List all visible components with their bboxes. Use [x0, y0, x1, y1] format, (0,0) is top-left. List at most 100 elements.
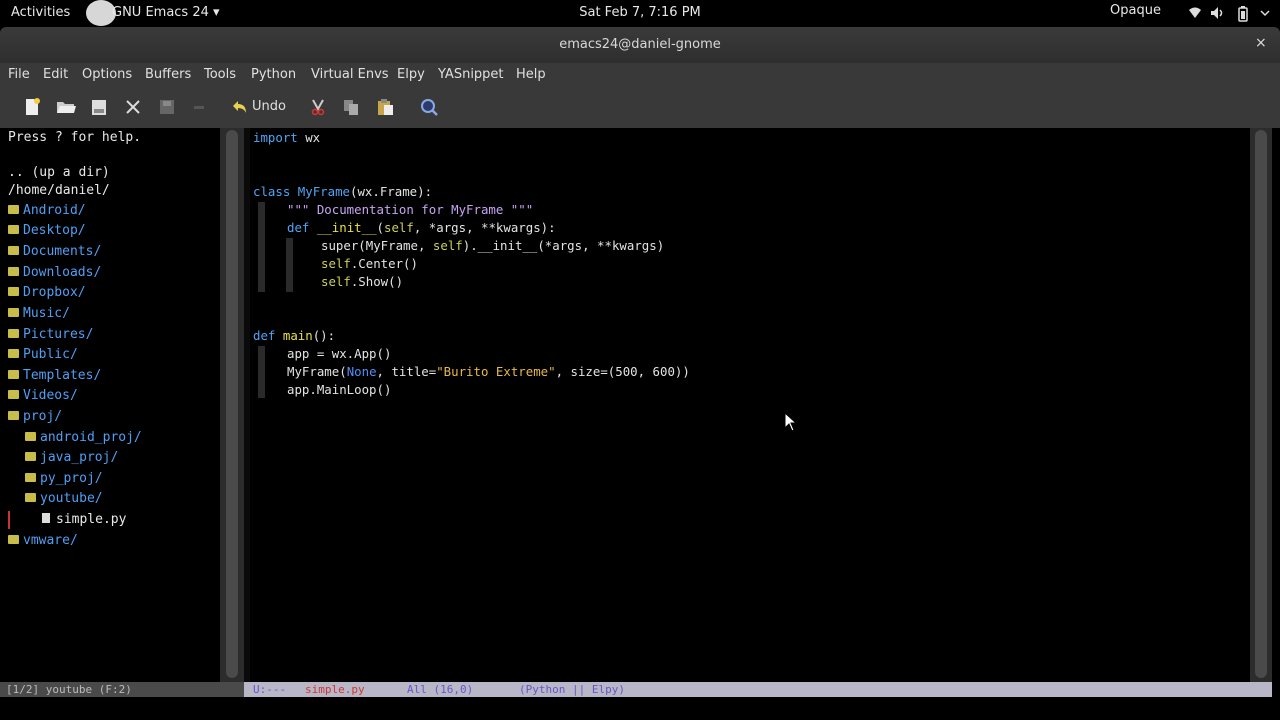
code-line: MyFrame(None, title="Burito Extreme", si… — [287, 364, 690, 379]
dired-up-dir[interactable]: .. (up a dir) — [8, 165, 110, 180]
cut-icon[interactable] — [308, 97, 330, 117]
dired-entry[interactable]: Templates/ — [8, 368, 101, 383]
buffer-status: U:--- — [253, 683, 287, 696]
dired-entry[interactable]: android_proj/ — [25, 430, 142, 445]
window-edge — [1272, 128, 1280, 682]
dired-entry[interactable]: proj/ — [8, 409, 62, 424]
opacity-label[interactable]: Opaque — [1110, 3, 1161, 18]
app-menu-button[interactable]: GNU Emacs 24 ▾ — [112, 5, 220, 20]
folder-icon — [8, 411, 19, 420]
dired-entry[interactable]: simple.py — [42, 512, 126, 527]
scrollbar-thumb[interactable] — [226, 130, 238, 678]
dired-entry[interactable]: Documents/ — [8, 244, 101, 259]
dired-entry[interactable]: Downloads/ — [8, 265, 101, 280]
indent-guide — [258, 346, 265, 398]
cursor-position: All (16,0) — [407, 683, 474, 696]
undo-icon[interactable] — [230, 97, 252, 117]
folder-icon — [25, 493, 36, 502]
editor-scrollbar[interactable] — [1250, 128, 1272, 682]
menu-edit[interactable]: Edit — [43, 67, 68, 82]
menu-yasnippet[interactable]: YASnippet — [438, 67, 504, 82]
dired-entry[interactable]: Videos/ — [8, 388, 78, 403]
paste-icon[interactable] — [375, 97, 397, 117]
folder-icon — [8, 308, 19, 317]
folder-icon — [25, 452, 36, 461]
editor-mode-line: U:--- simple.py All (16,0) (Python || El… — [244, 682, 1272, 697]
volume-icon — [1210, 6, 1226, 24]
dired-entry[interactable]: Desktop/ — [8, 223, 86, 238]
folder-icon — [8, 246, 19, 255]
wifi-icon — [1188, 6, 1202, 24]
tool-bar: Undo — [0, 87, 1280, 128]
scrollbar-thumb[interactable] — [1255, 130, 1267, 678]
folder-icon — [8, 329, 19, 338]
dired-current-dir: /home/daniel/ — [8, 183, 110, 198]
menu-help[interactable]: Help — [516, 67, 546, 82]
new-file-icon[interactable] — [22, 97, 44, 117]
folder-icon — [8, 225, 19, 234]
gnome-top-bar: Activities GNU Emacs 24 ▾ Sat Feb 7, 7:1… — [0, 0, 1280, 27]
folder-icon — [8, 205, 19, 214]
indent-guide — [286, 238, 293, 292]
dired-entry[interactable]: Android/ — [8, 203, 86, 218]
kill-buffer-icon[interactable] — [123, 97, 145, 117]
folder-icon — [25, 432, 36, 441]
dired-entry[interactable]: Pictures/ — [8, 327, 93, 342]
menu-file[interactable]: File — [8, 67, 30, 82]
code-line: class MyFrame(wx.Frame): — [253, 184, 433, 199]
save-as-icon[interactable] — [189, 97, 211, 117]
window-title-bar[interactable]: emacs24@daniel-gnome × — [0, 27, 1280, 63]
menu-options[interactable]: Options — [82, 67, 132, 82]
code-line: self.Center() — [321, 256, 418, 271]
folder-icon — [8, 390, 19, 399]
battery-icon — [1238, 6, 1248, 26]
file-icon — [42, 513, 50, 523]
code-line: def main(): — [253, 328, 336, 343]
window-title: emacs24@daniel-gnome — [559, 37, 721, 52]
code-line: super(MyFrame, self).__init__(*args, **k… — [321, 238, 665, 253]
dired-entry[interactable]: py_proj/ — [25, 471, 103, 486]
activities-button[interactable]: Activities — [11, 5, 70, 20]
folder-icon — [8, 349, 19, 358]
undo-button[interactable]: Undo — [252, 99, 286, 114]
sidebar-scrollbar[interactable] — [220, 128, 244, 682]
menu-tools[interactable]: Tools — [204, 67, 236, 82]
dired-entry[interactable]: Music/ — [8, 306, 70, 321]
minibuffer[interactable] — [0, 697, 1280, 720]
dired-help-text: Press ? for help. — [8, 130, 142, 145]
folder-icon — [25, 473, 36, 482]
sidebar-mode-line-text: [1/2] youtube (F:2) — [6, 683, 132, 696]
dired-icon[interactable] — [89, 97, 111, 117]
power-menu-icon — [1258, 6, 1272, 24]
code-line: self.Show() — [321, 274, 404, 289]
folder-icon — [8, 267, 19, 276]
indent-guide — [258, 202, 265, 292]
folder-icon — [8, 287, 19, 296]
code-line: def __init__(self, *args, **kwargs): — [287, 220, 556, 235]
buffer-name[interactable]: simple.py — [305, 683, 365, 696]
dired-entry[interactable]: Dropbox/ — [8, 285, 86, 300]
major-mode[interactable]: (Python || Elpy) — [519, 683, 625, 696]
menu-buffers[interactable]: Buffers — [145, 67, 191, 82]
dired-entry[interactable]: vmware/ — [8, 533, 78, 548]
search-icon[interactable] — [418, 97, 440, 117]
dired-entry[interactable]: Public/ — [8, 347, 78, 362]
code-editor[interactable]: import wx class MyFrame(wx.Frame): """ D… — [244, 128, 1250, 682]
close-window-button[interactable]: × — [1255, 35, 1267, 51]
code-line: """ Documentation for MyFrame """ — [287, 202, 534, 217]
folder-icon — [8, 370, 19, 379]
menu-virtual-envs[interactable]: Virtual Envs — [311, 67, 389, 82]
folder-icon — [8, 535, 19, 544]
menu-elpy[interactable]: Elpy — [397, 67, 425, 82]
code-line: import wx — [253, 130, 321, 145]
system-status-area[interactable] — [1184, 4, 1274, 24]
open-folder-icon[interactable] — [55, 97, 77, 117]
code-line: app.MainLoop() — [287, 382, 392, 397]
menu-python[interactable]: Python — [251, 67, 296, 82]
dired-sidebar[interactable]: Press ? for help. .. (up a dir) /home/da… — [0, 128, 220, 682]
dired-entry[interactable]: java_proj/ — [25, 450, 118, 465]
copy-icon[interactable] — [341, 97, 363, 117]
save-icon[interactable] — [157, 97, 179, 117]
dired-entry[interactable]: youtube/ — [25, 491, 103, 506]
code-line: app = wx.App() — [287, 346, 392, 361]
